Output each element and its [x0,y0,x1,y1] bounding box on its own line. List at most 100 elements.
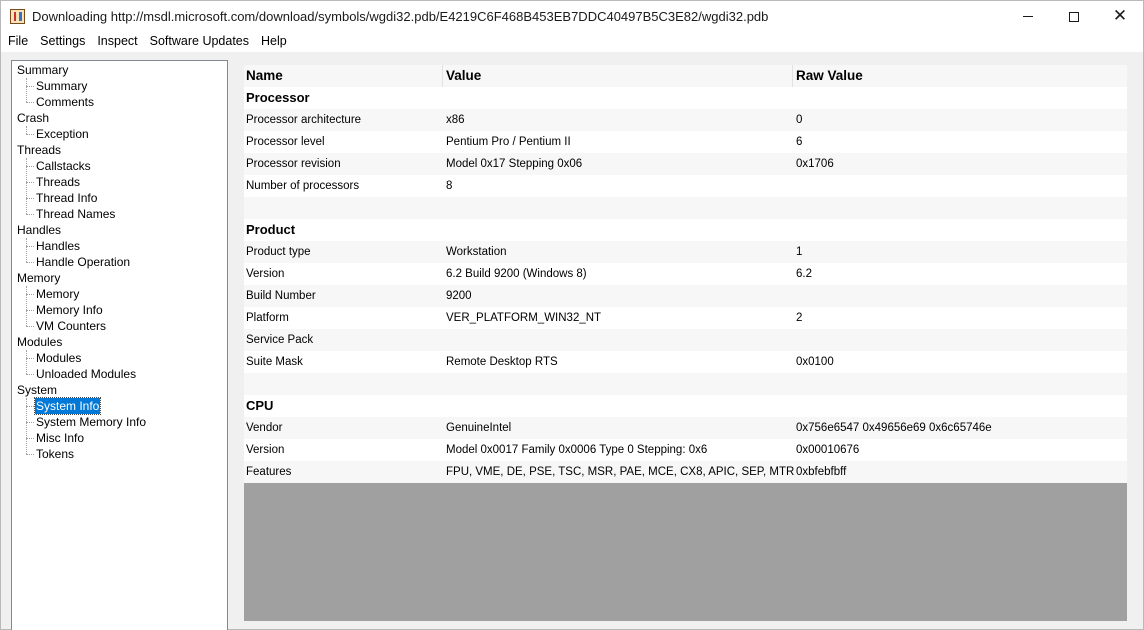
tree-item-exception[interactable]: Exception [35,126,90,142]
tree-item-thread-info[interactable]: Thread Info [35,190,98,206]
title-bar[interactable]: Downloading http://msdl.microsoft.com/do… [1,1,1143,32]
tree-item-tokens[interactable]: Tokens [35,446,75,462]
tree-group-memory[interactable]: Memory [17,270,60,286]
column-divider[interactable] [442,65,443,87]
cell-value: x86 [446,114,465,126]
cell-name: Suite Mask [246,356,303,368]
table-row[interactable]: Number of processors 8 [244,175,1127,197]
tree-connector [26,374,34,375]
tree-group-crash[interactable]: Crash [17,110,49,126]
tree-item-callstacks[interactable]: Callstacks [35,158,92,174]
tree-connector [26,126,27,134]
section-header[interactable]: CPU [244,395,1127,417]
details-pane: Name Value Raw Value Processor Processor … [244,65,1127,621]
cell-raw-value [796,175,1126,197]
menu-inspect[interactable]: Inspect [90,32,142,52]
tree-connector [26,214,34,215]
close-icon: ✕ [1112,6,1128,26]
tree-item-threads[interactable]: Threads [35,174,81,190]
blank-row [244,197,1127,219]
table-row[interactable]: Platform VER_PLATFORM_WIN32_NT 2 [244,307,1127,329]
tree-item-modules[interactable]: Modules [35,350,82,366]
cell-raw-value: 2 [796,312,803,324]
table-row[interactable]: Processor level Pentium Pro / Pentium II 6 [244,131,1127,153]
navigation-tree[interactable]: Summary Summary Comments Crash Exception Thre… [11,60,228,630]
tree-group-summary[interactable]: Summary [17,62,68,78]
section-header[interactable]: Product [244,219,1127,241]
tree-item-handles[interactable]: Handles [35,238,81,254]
table-row[interactable]: Service Pack [244,329,1127,351]
table-row[interactable]: Vendor GenuineIntel 0x756e6547 0x49656e69 … [244,417,1127,439]
tree-group-system[interactable]: System [17,382,57,398]
cell-name: Vendor [246,422,283,434]
cell-name: Platform [246,312,289,324]
tree-connector [26,102,34,103]
tree-item-summary[interactable]: Summary [35,78,88,94]
cell-name: Processor level [246,136,325,148]
table-row[interactable]: Version Model 0x0017 Family 0x0006 Type 0… [244,439,1127,461]
tree-item-unloaded-modules[interactable]: Unloaded Modules [35,366,137,382]
cell-name: Version [246,268,285,280]
cell-raw-value: 6.2 [796,268,812,280]
tree-item-vm-counters[interactable]: VM Counters [35,318,107,334]
cell-raw-value: 0x0100 [796,356,834,368]
column-header-raw-value[interactable]: Raw Value [796,65,1126,87]
tree-connector [26,454,34,455]
cell-value: Remote Desktop RTS [446,356,558,368]
table-row[interactable]: Processor architecture x86 0 [244,109,1127,131]
tree-group-threads[interactable]: Threads [17,142,61,158]
cell-name: Processor architecture [246,114,362,126]
cell-value: VER_PLATFORM_WIN32_NT [446,312,602,324]
tree-connector [26,310,34,311]
table-row[interactable]: Processor revision Model 0x17 Stepping 0x… [244,153,1127,175]
system-info-table: Name Value Raw Value Processor Processor … [244,65,1127,483]
tree-item-system-memory-info[interactable]: System Memory Info [35,414,147,430]
table-header: Name Value Raw Value [244,65,1127,87]
close-button[interactable]: ✕ [1097,1,1143,32]
cell-raw-value: 0 [796,114,803,126]
menu-settings[interactable]: Settings [33,32,90,52]
cell-raw-value: 0xbfebfbff [796,466,847,478]
tree-connector [26,246,34,247]
cell-value: Model 0x17 Stepping 0x06 [446,158,583,170]
cell-value: Model 0x0017 Family 0x0006 Type 0 Steppi… [446,444,708,456]
table-row[interactable]: Version 6.2 Build 9200 (Windows 8) 6.2 [244,263,1127,285]
tree-item-handle-operation[interactable]: Handle Operation [35,254,131,270]
menu-software-updates[interactable]: Software Updates [143,32,254,52]
tree-item-memory[interactable]: Memory [35,286,80,302]
column-header-name[interactable]: Name [246,65,441,87]
table-row[interactable]: Suite Mask Remote Desktop RTS 0x0100 [244,351,1127,373]
table-row[interactable]: Product type Workstation 1 [244,241,1127,263]
table-row[interactable]: Build Number 9200 [244,285,1127,307]
section-title: Product [246,222,296,237]
maximize-icon [1069,11,1079,22]
tree-item-memory-info[interactable]: Memory Info [35,302,104,318]
tree-connector [26,134,34,135]
maximize-button[interactable] [1051,1,1097,32]
tree-group-handles[interactable]: Handles [17,222,61,238]
cell-name: Version [246,444,285,456]
cell-value: FPU, VME, DE, PSE, TSC, MSR, PAE, MCE, C… [446,466,794,478]
section-header[interactable]: Processor [244,87,1127,109]
tree-item-comments[interactable]: Comments [35,94,95,110]
column-header-value[interactable]: Value [446,65,794,87]
tree-connector [26,326,34,327]
tree-connector [26,350,27,374]
menu-help[interactable]: Help [254,32,292,52]
table-row[interactable]: Features FPU, VME, DE, PSE, TSC, MSR, PAE… [244,461,1127,483]
tree-item-misc-info[interactable]: Misc Info [35,430,85,446]
section-title: CPU [246,398,274,413]
cell-name: Build Number [246,290,316,302]
tree-group-modules[interactable]: Modules [17,334,62,350]
column-divider[interactable] [792,65,793,87]
tree-item-system-info[interactable]: System Info [33,397,102,415]
menu-file[interactable]: File [1,32,33,52]
tree-connector [26,406,34,407]
app-window: Downloading http://msdl.microsoft.com/do… [0,0,1144,630]
cell-raw-value: 0x00010676 [796,444,860,456]
tree-connector [26,294,34,295]
minimize-button[interactable] [1005,1,1051,32]
tree-connector [26,358,34,359]
menu-bar: File Settings Inspect Software Updates H… [1,32,1143,52]
tree-item-thread-names[interactable]: Thread Names [35,206,116,222]
